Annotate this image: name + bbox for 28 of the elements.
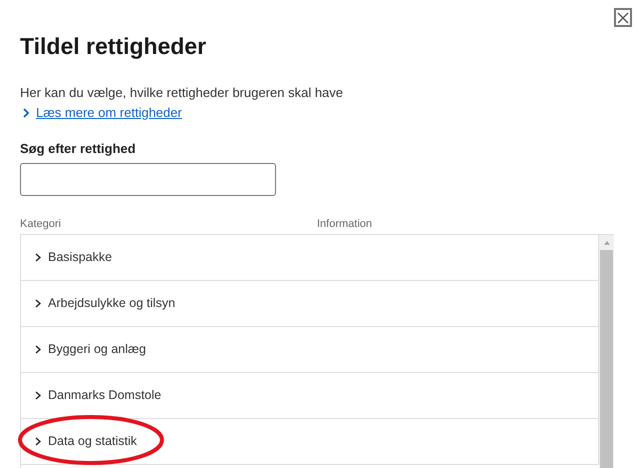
category-label: Arbejdsulykke og tilsyn [48, 295, 176, 312]
column-header: Kategori [20, 217, 62, 231]
category-row[interactable]: Arbejdsulykke og tilsyn [21, 281, 599, 327]
category-label: Data og statistik [48, 433, 137, 450]
search-label: Søg efter rettighed [20, 140, 137, 158]
description-text: Her kan du vælge, hvilke rettigheder brugeren skal have [20, 84, 344, 102]
category-row[interactable]: Byggeri og anlæg [21, 327, 599, 373]
chevron-icon [35, 299, 41, 308]
close-icon [617, 12, 629, 24]
chevron-icon [22, 108, 30, 118]
scrollbar[interactable] [599, 235, 614, 468]
chevron-icon [35, 391, 41, 400]
chevron-icon [35, 437, 41, 446]
scrollbar-thumb[interactable] [600, 250, 613, 468]
scroll-up-icon [602, 241, 610, 245]
column-header: Information [317, 217, 372, 231]
category-label: Byggeri og anlæg [48, 341, 146, 358]
close-button[interactable] [614, 8, 632, 27]
category-label: Danmarks Domstole [48, 387, 162, 404]
search-field[interactable] [20, 163, 276, 196]
chevron-icon [35, 253, 41, 262]
chevron-icon [35, 345, 41, 354]
category-row[interactable]: Data og statistik [21, 419, 599, 465]
dialog-title: Tildel rettigheder [20, 32, 208, 60]
category-row[interactable]: Basispakke [21, 235, 599, 281]
category-label: Basispakke [48, 249, 112, 266]
category-row[interactable]: Danmarks Domstole [21, 373, 599, 419]
read-more-link[interactable]: Læs mere om rettigheder [22, 104, 182, 122]
